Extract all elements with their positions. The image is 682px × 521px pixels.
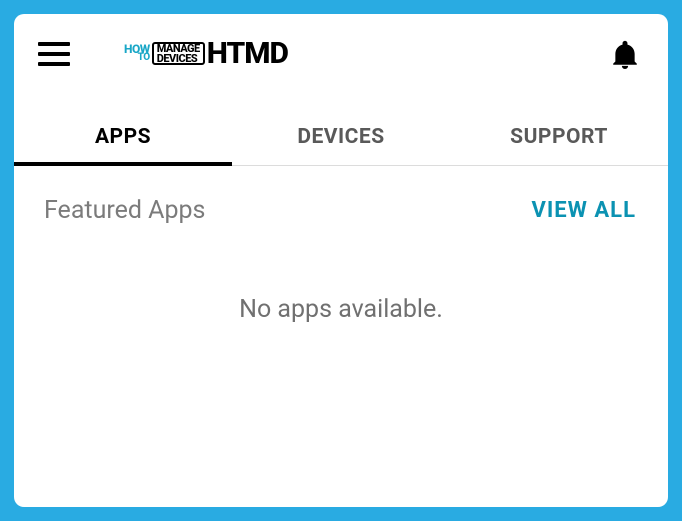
app-logo: HOW TO MANAGE DEVICES HTMD [124,36,288,71]
header-bar: HOW TO MANAGE DEVICES HTMD [14,14,668,81]
logo-brand-text: HTMD [207,36,288,71]
tab-apps[interactable]: APPS [14,111,232,165]
featured-apps-header: Featured Apps VIEW ALL [14,166,668,225]
tab-bar: APPS DEVICES SUPPORT [14,111,668,166]
logo-devices-text: DEVICES [157,54,200,63]
app-window: HOW TO MANAGE DEVICES HTMD APPS DEVICES … [14,14,668,507]
view-all-link[interactable]: VIEW ALL [532,198,637,223]
hamburger-icon [38,42,70,66]
bell-icon [612,39,638,69]
empty-state-text: No apps available. [14,295,668,324]
notifications-button[interactable] [612,39,638,69]
section-title: Featured Apps [44,196,205,225]
menu-button[interactable] [38,42,70,66]
logo-manage-devices-box: MANAGE DEVICES [152,42,205,65]
tab-devices[interactable]: DEVICES [232,111,450,165]
tab-support[interactable]: SUPPORT [450,111,668,165]
logo-howto: HOW TO [124,45,150,63]
logo-to-text: TO [138,54,150,62]
